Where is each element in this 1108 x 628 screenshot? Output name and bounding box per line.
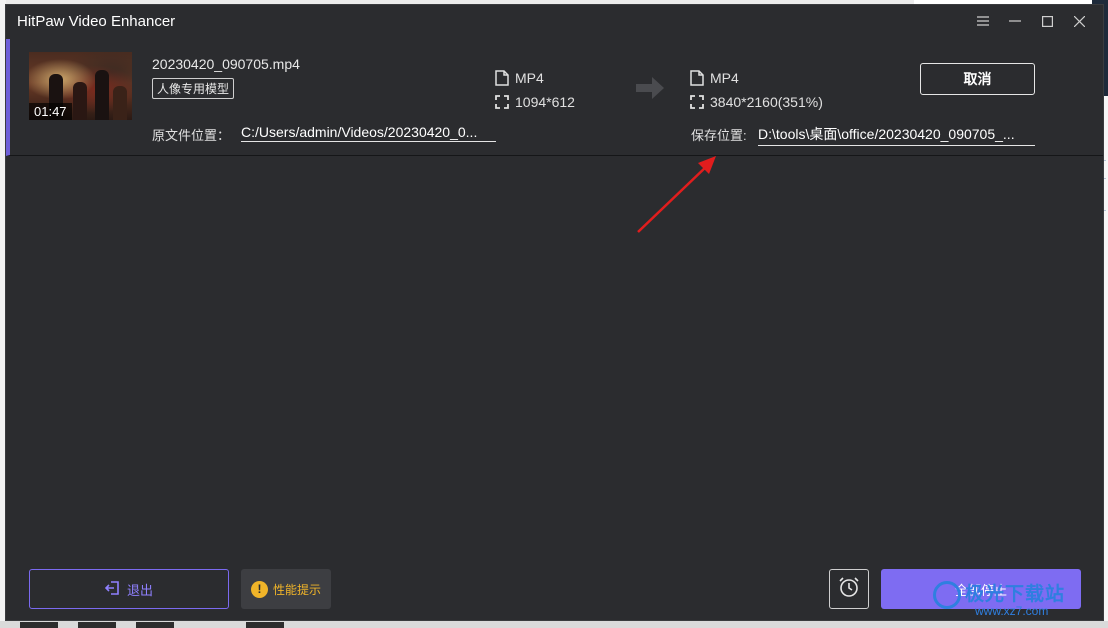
save-path-label: 保存位置: (691, 128, 747, 143)
annotation-arrow (636, 153, 726, 240)
minimize-icon[interactable] (999, 11, 1031, 31)
source-format-label: MP4 (515, 70, 544, 86)
output-resolution: 3840*2160(351%) (690, 94, 823, 110)
title-bar: HitPaw Video Enhancer (6, 5, 1103, 37)
performance-tip-label: 性能提示 (272, 582, 321, 597)
app-window: HitPaw Video Enhancer 01:47 20230420_090… (5, 4, 1104, 621)
exit-button[interactable]: 退出 (29, 569, 229, 609)
source-path-label: 原文件位置： (152, 128, 231, 143)
source-format: MP4 (495, 70, 544, 86)
save-path-link[interactable]: D:\tools\桌面\office/20230420_090705_... (758, 124, 1035, 146)
stop-all-button[interactable]: 全部停止 (881, 569, 1081, 609)
output-resolution-label: 3840*2160(351%) (710, 94, 823, 110)
alarm-clock-button[interactable] (829, 569, 869, 609)
window-controls (967, 11, 1095, 31)
exit-label: 退出 (126, 582, 153, 598)
app-title: HitPaw Video Enhancer (17, 13, 176, 30)
output-format: MP4 (690, 70, 739, 86)
arrow-right-icon (634, 75, 666, 106)
alarm-clock-icon (838, 576, 860, 603)
source-resolution-label: 1094*612 (515, 94, 575, 110)
resolution-icon (495, 95, 509, 109)
file-name: 20230420_090705.mp4 (152, 56, 300, 72)
model-badge: 人像专用模型 (152, 78, 235, 99)
close-icon[interactable] (1063, 11, 1095, 31)
warning-icon: ! (250, 580, 268, 598)
performance-tip-button[interactable]: ! 性能提示 (241, 569, 331, 609)
file-icon (690, 70, 704, 86)
task-row: 01:47 20230420_090705.mp4 人像专用模型 MP4 109… (6, 39, 1103, 156)
video-duration: 01:47 (29, 103, 72, 120)
cancel-button[interactable]: 取消 (920, 63, 1035, 95)
maximize-icon[interactable] (1031, 11, 1063, 31)
exit-icon (104, 580, 119, 598)
resolution-icon (690, 95, 704, 109)
source-path-link[interactable]: C:/Users/admin/Videos/20230420_0... (241, 124, 496, 142)
video-thumbnail[interactable]: 01:47 (29, 52, 132, 120)
desktop-background-bottom (0, 621, 1108, 628)
menu-icon[interactable] (967, 11, 999, 31)
output-format-label: MP4 (710, 70, 739, 86)
file-icon (495, 70, 509, 86)
stop-all-label: 全部停止 (954, 582, 1007, 598)
source-resolution: 1094*612 (495, 94, 575, 110)
